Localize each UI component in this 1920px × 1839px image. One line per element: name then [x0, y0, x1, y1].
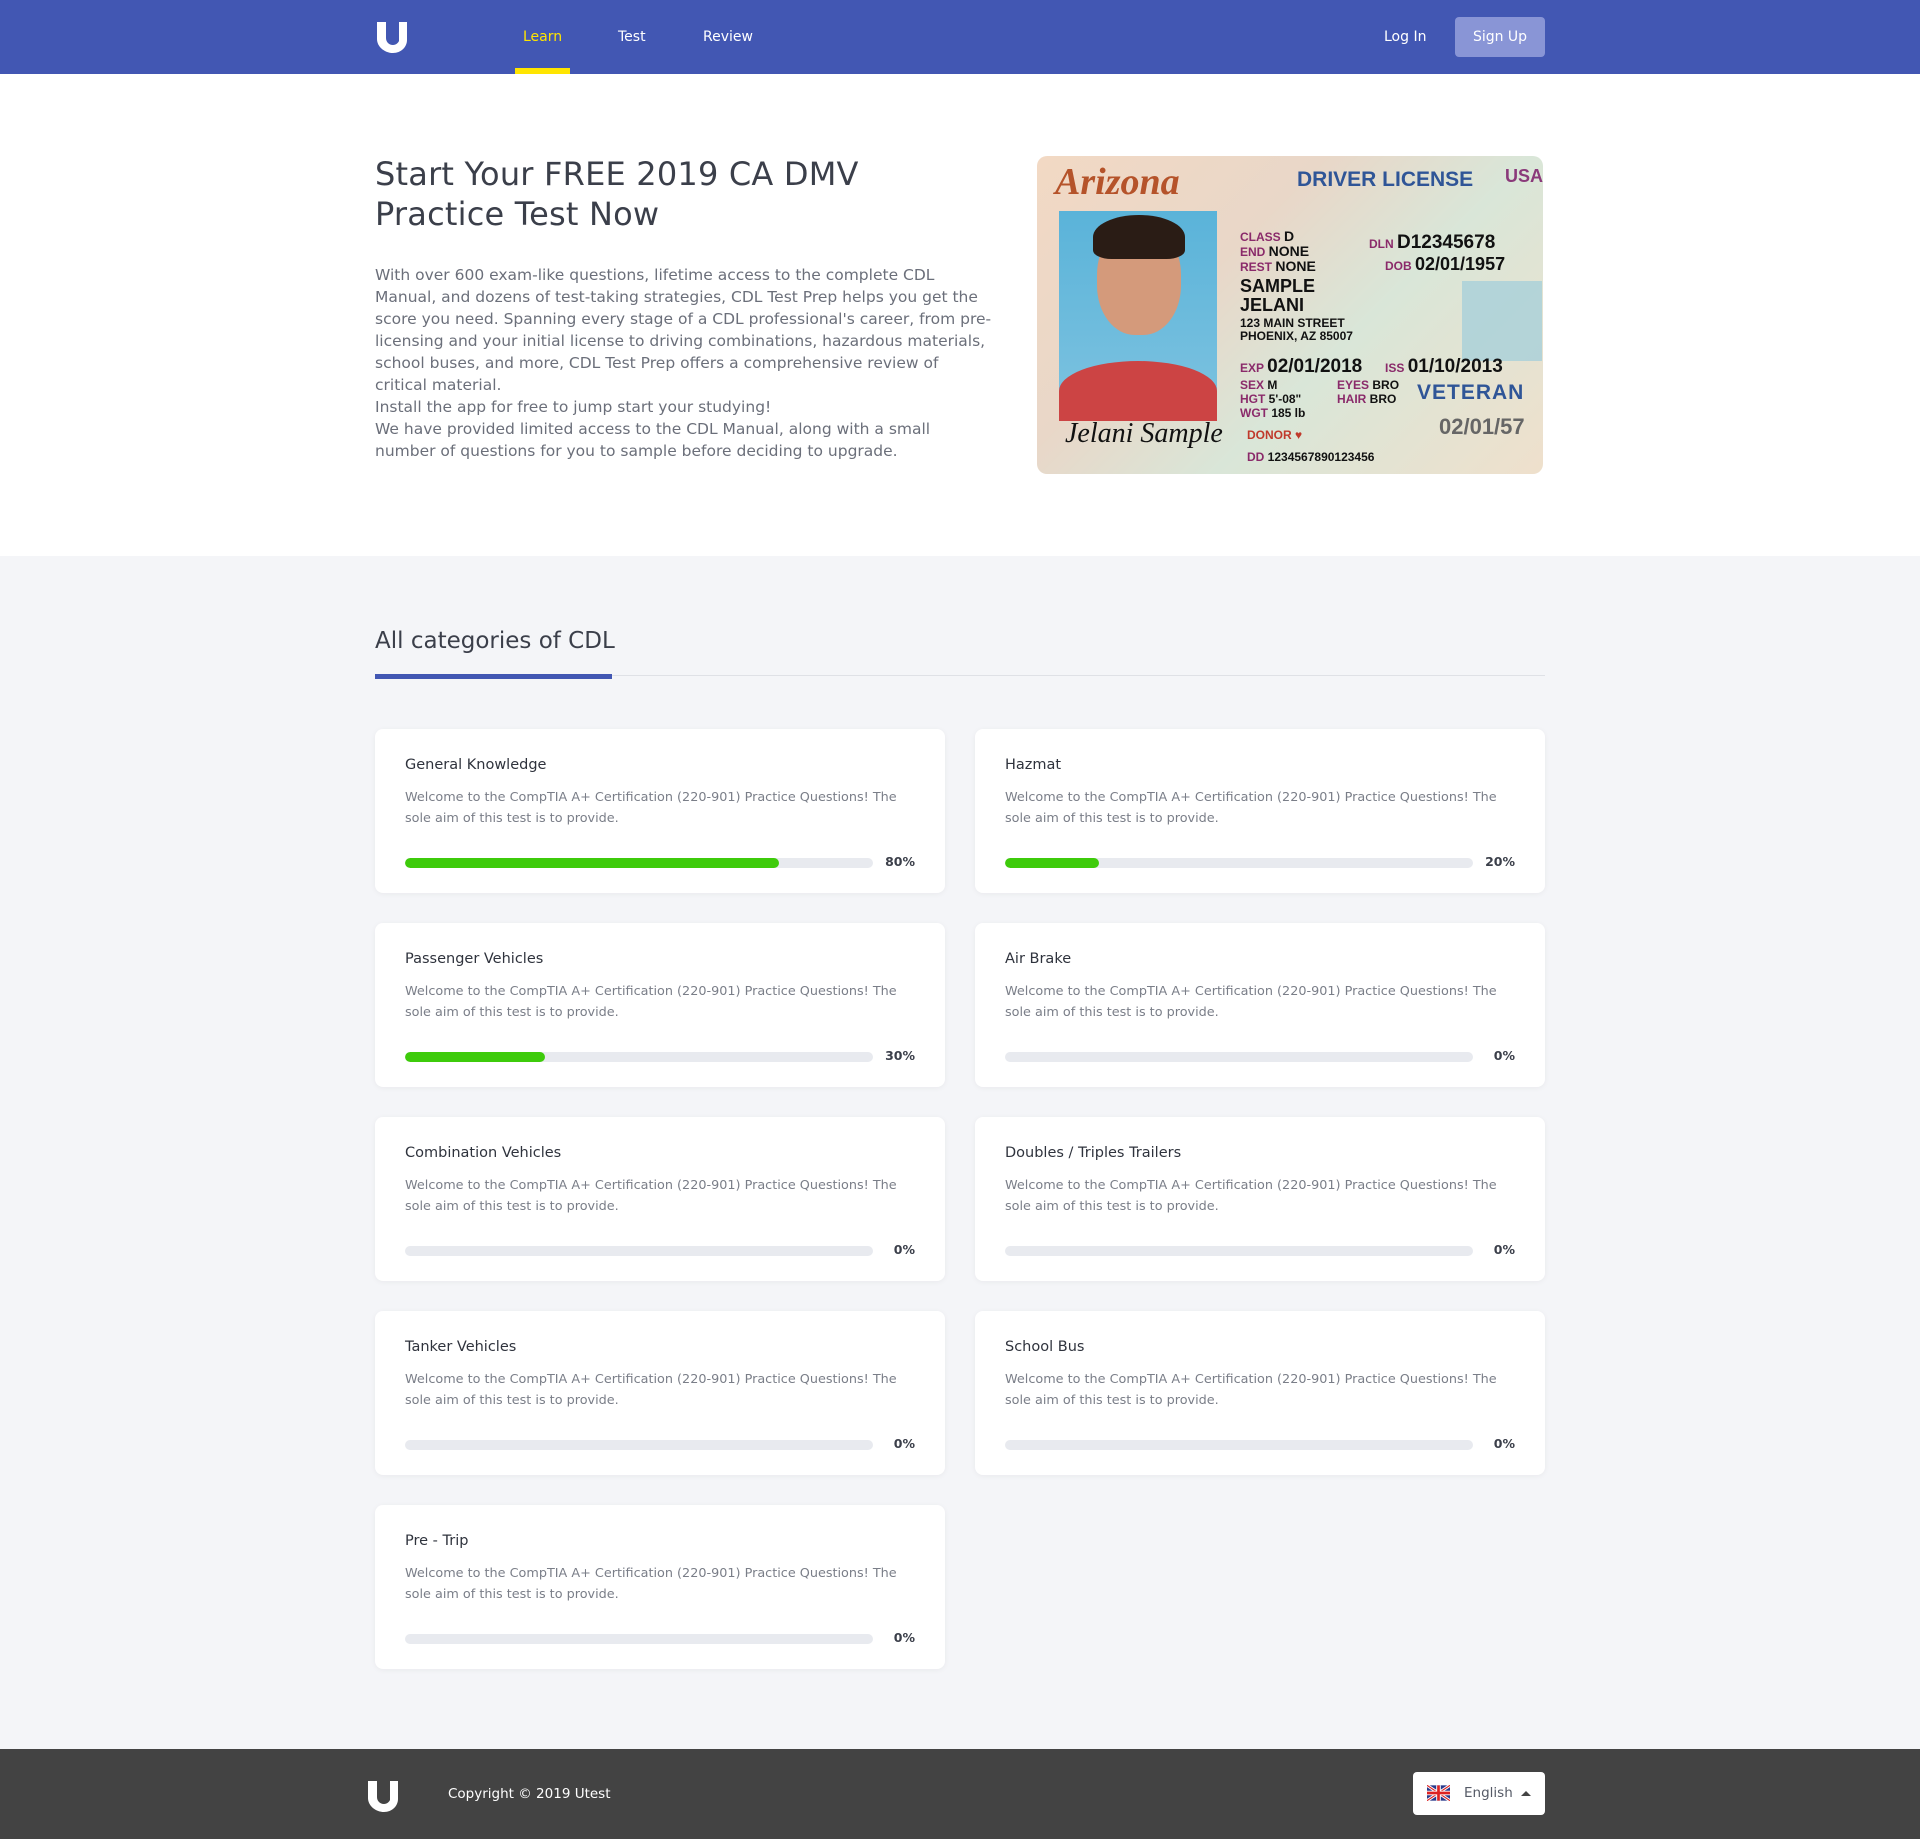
progress-fill	[1005, 858, 1099, 868]
hero-install-text: Install the app for free to jump start y…	[375, 398, 772, 416]
license-class: CLASS D	[1240, 228, 1295, 244]
nav-review[interactable]: Review	[703, 29, 753, 45]
license-iss: ISS 01/10/2013	[1385, 356, 1503, 377]
license-state: Arizona	[1055, 161, 1180, 203]
category-description: Welcome to the CompTIA A+ Certification …	[1005, 1372, 1497, 1408]
license-wgt: WGT 185 lb	[1240, 406, 1306, 420]
hero-description: With over 600 exam-like questions, lifet…	[375, 266, 992, 394]
category-card[interactable]: Air Brake Welcome to the CompTIA A+ Cert…	[975, 923, 1545, 1087]
progress-percent: 30%	[885, 1048, 915, 1063]
category-title: Doubles / Triples Trailers	[1005, 1145, 1182, 1161]
license-dob: DOB 02/01/1957	[1385, 254, 1506, 274]
category-card[interactable]: Passenger Vehicles Welcome to the CompTI…	[375, 923, 945, 1087]
progress-bar	[405, 858, 873, 868]
license-signature: Jelani Sample	[1065, 418, 1223, 449]
progress-fill	[405, 1052, 546, 1062]
category-card[interactable]: School Bus Welcome to the CompTIA A+ Cer…	[975, 1311, 1545, 1475]
license-ghost-photo	[1462, 281, 1542, 361]
license-dd: DD 1234567890123456	[1247, 450, 1375, 464]
license-dob-short: 02/01/57	[1439, 414, 1525, 439]
uk-flag-icon	[1427, 1785, 1450, 1801]
progress-bar	[1005, 1246, 1473, 1256]
license-hgt: HGT 5'-08"	[1240, 392, 1302, 406]
progress-bar	[1005, 858, 1473, 868]
driver-license-image: Arizona DRIVER LICENSE USA CLASS D END N…	[1037, 156, 1543, 474]
category-description: Welcome to the CompTIA A+ Certification …	[405, 1372, 897, 1408]
category-title: Passenger Vehicles	[405, 951, 544, 967]
progress-fill	[405, 858, 780, 868]
nav-test[interactable]: Test	[618, 29, 646, 45]
progress-bar	[405, 1440, 873, 1450]
category-title: Combination Vehicles	[405, 1145, 562, 1161]
category-description: Welcome to the CompTIA A+ Certification …	[405, 984, 897, 1020]
categories-title: All categories of CDL	[375, 628, 615, 654]
license-address-2: PHOENIX, AZ 85007	[1240, 329, 1353, 343]
license-country: USA	[1505, 166, 1543, 186]
license-veteran: VETERAN	[1417, 381, 1525, 404]
license-hair: HAIR BRO	[1337, 392, 1397, 406]
caret-up-icon	[1521, 1791, 1531, 1796]
copyright: Copyright © 2019 Utest	[448, 1786, 611, 1802]
category-description: Welcome to the CompTIA A+ Certification …	[405, 1178, 897, 1214]
category-description: Welcome to the CompTIA A+ Certification …	[405, 790, 897, 826]
footer: Copyright © 2019 Utest English	[0, 1749, 1920, 1839]
category-title: Tanker Vehicles	[405, 1339, 517, 1355]
category-description: Welcome to the CompTIA A+ Certification …	[405, 1566, 897, 1602]
category-title: Air Brake	[1005, 951, 1072, 967]
top-nav: Learn Test Review Log In Sign Up	[0, 0, 1920, 74]
login-link[interactable]: Log In	[1384, 29, 1426, 45]
progress-bar	[405, 1246, 873, 1256]
license-first-name: JELANI	[1240, 295, 1305, 315]
section-title-underline	[375, 674, 612, 679]
category-description: Welcome to the CompTIA A+ Certification …	[1005, 984, 1497, 1020]
category-title: Hazmat	[1005, 757, 1062, 773]
license-last-name: SAMPLE	[1240, 276, 1316, 296]
category-title: Pre - Trip	[405, 1533, 469, 1549]
progress-percent: 0%	[1493, 1242, 1515, 1257]
progress-bar	[405, 1052, 873, 1062]
license-end: END NONE	[1240, 243, 1310, 259]
category-description: Welcome to the CompTIA A+ Certification …	[1005, 790, 1497, 826]
category-title: General Knowledge	[405, 757, 547, 773]
category-card[interactable]: General Knowledge Welcome to the CompTIA…	[375, 729, 945, 893]
license-photo	[1059, 211, 1217, 421]
hero-title: Start Your FREE 2019 CA DMV Practice Tes…	[375, 155, 859, 233]
category-card[interactable]: Pre - Trip Welcome to the CompTIA A+ Cer…	[375, 1505, 945, 1669]
language-selector[interactable]: English	[1413, 1772, 1545, 1815]
progress-percent: 0%	[893, 1242, 915, 1257]
footer-logo	[368, 1781, 398, 1812]
category-title: School Bus	[1005, 1339, 1085, 1355]
license-rest: REST NONE	[1240, 258, 1316, 274]
progress-bar	[1005, 1052, 1473, 1062]
nav-learn[interactable]: Learn	[523, 29, 562, 45]
category-description: Welcome to the CompTIA A+ Certification …	[1005, 1178, 1497, 1214]
hero-limited-text: We have provided limited access to the C…	[375, 420, 931, 460]
category-card[interactable]: Tanker Vehicles Welcome to the CompTIA A…	[375, 1311, 945, 1475]
category-card[interactable]: Doubles / Triples Trailers Welcome to th…	[975, 1117, 1545, 1281]
license-exp: EXP 02/01/2018	[1240, 356, 1363, 377]
license-sex: SEX M	[1240, 378, 1278, 392]
progress-percent: 0%	[893, 1436, 915, 1451]
license-title: DRIVER LICENSE	[1297, 168, 1474, 191]
progress-percent: 80%	[885, 854, 915, 869]
license-donor: DONOR ♥	[1247, 428, 1303, 442]
progress-percent: 0%	[1493, 1048, 1515, 1063]
progress-percent: 20%	[1485, 854, 1515, 869]
progress-percent: 0%	[1493, 1436, 1515, 1451]
license-dln: DLN D12345678	[1369, 232, 1496, 253]
signup-button[interactable]: Sign Up	[1455, 17, 1545, 57]
category-card[interactable]: Hazmat Welcome to the CompTIA A+ Certifi…	[975, 729, 1545, 893]
category-card[interactable]: Combination Vehicles Welcome to the Comp…	[375, 1117, 945, 1281]
language-label: English	[1464, 1785, 1513, 1801]
progress-bar	[405, 1634, 873, 1644]
hero-section: Start Your FREE 2019 CA DMV Practice Tes…	[0, 74, 1920, 556]
license-eyes: EYES BRO	[1337, 378, 1400, 392]
license-address-1: 123 MAIN STREET	[1240, 316, 1345, 330]
progress-bar	[1005, 1440, 1473, 1450]
progress-percent: 0%	[893, 1630, 915, 1645]
utest-logo[interactable]	[375, 20, 409, 54]
